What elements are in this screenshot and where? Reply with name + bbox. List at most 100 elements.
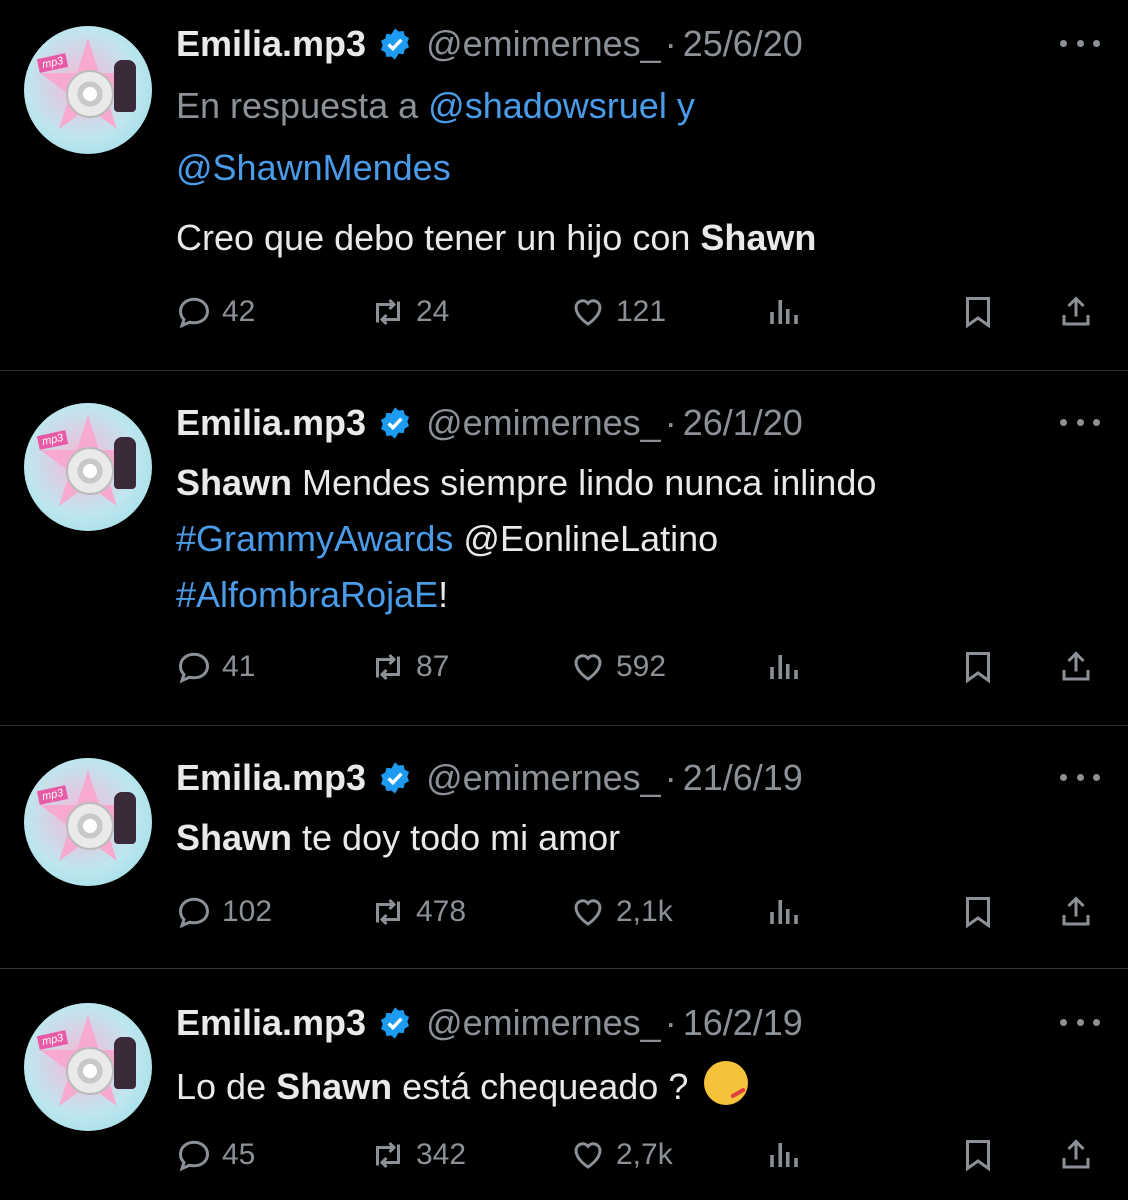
like-button[interactable]: 592 xyxy=(570,647,666,687)
tweet-date[interactable]: 21/6/19 xyxy=(683,757,803,799)
tweet-text: Creo que debo tener un hijo con Shawn xyxy=(176,216,816,260)
bookmark-icon xyxy=(966,897,990,929)
retweet-count: 478 xyxy=(416,895,467,928)
display-name[interactable]: Emilia.mp3 xyxy=(176,1002,366,1044)
avatar[interactable]: mp3 xyxy=(24,403,152,531)
analytics-icon xyxy=(770,300,798,324)
retweet-button[interactable]: 342 xyxy=(370,1135,466,1175)
reply-context-line2: @ShawnMendes xyxy=(176,146,451,190)
tweet-date[interactable]: 25/6/20 xyxy=(683,23,803,65)
share-icon xyxy=(1062,651,1090,681)
user-handle[interactable]: @emimernes_ xyxy=(426,757,661,799)
avatar-disc xyxy=(66,70,114,118)
like-button[interactable]: 2,7k xyxy=(570,1135,673,1175)
separator-dot: · xyxy=(664,23,677,64)
verified-badge-icon xyxy=(381,762,410,794)
retweet-icon xyxy=(376,298,400,326)
share-button[interactable] xyxy=(1058,892,1104,932)
text-part: ! xyxy=(438,574,449,615)
tweet-1[interactable]: mp3 Emilia.mp3 @emimernes_ · 25/6/20 En … xyxy=(0,0,1128,370)
reply-icon xyxy=(178,1140,210,1172)
user-handle[interactable]: @emimernes_ xyxy=(426,402,661,444)
reply-button[interactable]: 41 xyxy=(176,647,255,687)
retweet-button[interactable]: 478 xyxy=(370,892,466,932)
analytics-icon xyxy=(770,1143,798,1167)
reply-button[interactable]: 45 xyxy=(176,1135,255,1175)
avatar[interactable]: mp3 xyxy=(24,758,152,886)
retweet-button[interactable]: 87 xyxy=(370,647,449,687)
reply-button[interactable]: 42 xyxy=(176,292,255,332)
user-handle[interactable]: @emimernes_ xyxy=(426,1002,661,1044)
avatar-mp3-label: mp3 xyxy=(36,1030,69,1050)
tweet-4[interactable]: mp3 Emilia.mp3 @emimernes_ · 16/2/19 Lo … xyxy=(0,969,1128,1200)
bookmark-button[interactable] xyxy=(960,1135,1006,1175)
analytics-icon xyxy=(770,900,798,924)
display-name[interactable]: Emilia.mp3 xyxy=(176,402,366,444)
mention-text: @EonlineLatino xyxy=(453,518,719,559)
bookmark-button[interactable] xyxy=(960,647,1006,687)
reply-icon xyxy=(178,897,210,929)
avatar-mp3-label: mp3 xyxy=(36,785,69,805)
avatar[interactable]: mp3 xyxy=(24,26,152,154)
hashtag-link[interactable]: #GrammyAwards xyxy=(176,518,453,559)
action-bar: 41 87 592 xyxy=(0,647,1128,687)
reply-button[interactable]: 102 xyxy=(176,892,272,932)
like-button[interactable]: 2,1k xyxy=(570,892,673,932)
separator-dot: · xyxy=(664,1002,677,1043)
retweet-icon xyxy=(376,653,400,681)
mention-link[interactable]: @shadowsruel y xyxy=(428,85,695,126)
text-bold: Shawn xyxy=(176,817,293,858)
views-button[interactable] xyxy=(766,1135,812,1175)
analytics-icon xyxy=(770,655,798,679)
share-icon xyxy=(1062,896,1090,926)
text-part: Mendes siempre lindo nunca inlindo xyxy=(292,462,877,503)
avatar-figure xyxy=(114,792,136,844)
views-button[interactable] xyxy=(766,892,812,932)
user-handle[interactable]: @emimernes_ xyxy=(426,23,661,65)
text-part: te doy todo mi amor xyxy=(292,817,621,858)
more-options-icon[interactable] xyxy=(1060,419,1100,431)
separator-dot: · xyxy=(664,402,677,443)
mention-link[interactable]: @ShawnMendes xyxy=(176,147,451,188)
hashtag-link[interactable]: #AlfombraRojaE xyxy=(176,574,438,615)
tweet-3[interactable]: mp3 Emilia.mp3 @emimernes_ · 21/6/19 Sha… xyxy=(0,726,1128,968)
tweet-date[interactable]: 16/2/19 xyxy=(683,1002,803,1044)
retweet-button[interactable]: 24 xyxy=(370,292,449,332)
share-button[interactable] xyxy=(1058,1135,1104,1175)
text-part: Lo de xyxy=(176,1066,277,1107)
tweet-date[interactable]: 26/1/20 xyxy=(683,402,803,444)
reply-count: 102 xyxy=(222,895,273,928)
views-button[interactable] xyxy=(766,647,812,687)
separator-dot: · xyxy=(664,757,677,798)
action-bar: 102 478 2,1k xyxy=(0,892,1128,932)
reply-icon xyxy=(178,652,210,684)
more-options-icon[interactable] xyxy=(1060,1019,1100,1031)
heart-icon xyxy=(574,1142,602,1169)
share-icon xyxy=(1062,1139,1090,1169)
like-button[interactable]: 121 xyxy=(570,292,666,332)
bookmark-button[interactable] xyxy=(960,892,1006,932)
display-name[interactable]: Emilia.mp3 xyxy=(176,757,366,799)
tweet-2[interactable]: mp3 Emilia.mp3 @emimernes_ · 26/1/20 Sha… xyxy=(0,371,1128,725)
reply-context: En respuesta a @shadowsruel y xyxy=(176,84,695,128)
text-part: Creo que debo tener un hijo con xyxy=(176,217,701,258)
reply-icon xyxy=(178,297,210,329)
share-button[interactable] xyxy=(1058,647,1104,687)
text-bold: Shawn xyxy=(276,1066,393,1107)
more-options-icon[interactable] xyxy=(1060,774,1100,786)
bookmark-button[interactable] xyxy=(960,292,1006,332)
avatar-mp3-label: mp3 xyxy=(36,53,69,73)
action-bar: 42 24 121 xyxy=(0,292,1128,332)
share-button[interactable] xyxy=(1058,292,1104,332)
views-button[interactable] xyxy=(766,292,812,332)
heart-icon xyxy=(574,899,602,926)
tweet-header: Emilia.mp3 @emimernes_ · 16/2/19 xyxy=(176,1002,803,1044)
more-options-icon[interactable] xyxy=(1060,40,1100,52)
avatar-disc xyxy=(66,447,114,495)
like-count: 121 xyxy=(616,295,667,328)
avatar[interactable]: mp3 xyxy=(24,1003,152,1131)
tweet-header: Emilia.mp3 @emimernes_ · 26/1/20 xyxy=(176,402,803,444)
display-name[interactable]: Emilia.mp3 xyxy=(176,23,366,65)
tweet-text-line2: #GrammyAwards @EonlineLatino xyxy=(176,517,718,561)
verified-badge-icon xyxy=(381,1007,410,1039)
